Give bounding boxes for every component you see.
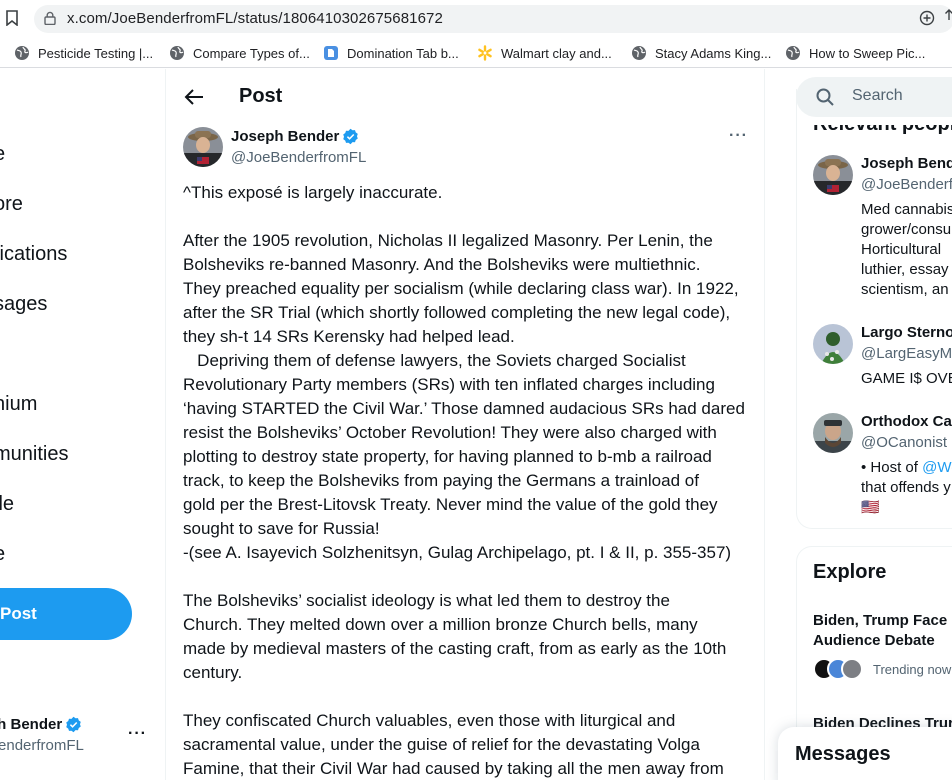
- nav-profile[interactable]: ile: [0, 493, 14, 516]
- bio-line: Horticultural: [861, 241, 942, 258]
- messages-title: Messages: [795, 743, 891, 765]
- browser-toolbar: x.com/JoeBenderfromFL/status/18064103026…: [0, 0, 952, 38]
- author-name-text: Joseph Bender: [231, 128, 340, 145]
- right-sidebar: Relevant people Joseph Bend @JoeBenderf …: [766, 69, 952, 780]
- bio-line: that offends y: [861, 479, 951, 496]
- avatar-image: [183, 127, 223, 167]
- explore-title: Explore: [813, 561, 887, 583]
- post-button-label: Post: [0, 604, 37, 623]
- trend-title-line: Biden, Trump Face O: [813, 612, 952, 629]
- account-handle: BenderfromFL: [0, 737, 84, 754]
- globe-icon: [786, 46, 800, 60]
- bookmark-label: Walmart clay and...: [501, 45, 612, 61]
- avatar[interactable]: [813, 324, 853, 364]
- trend-title-line: Audience Debate: [813, 632, 935, 649]
- bookmarks-bar: Pesticide Testing |... Compare Types of.…: [0, 38, 952, 68]
- bio-line: grower/consu: [861, 221, 952, 238]
- bookmark-label: How to Sweep Pic...: [809, 45, 926, 61]
- bookmark-3[interactable]: Domination Tab b...: [323, 44, 459, 62]
- person-handle[interactable]: @LargEasyMo: [861, 345, 952, 362]
- nav-notifications[interactable]: fications: [0, 243, 67, 266]
- main-column: Post Joseph Bender @JoeBenderfromFL ··· …: [167, 69, 765, 780]
- post-paragraph: They confiscated Church valuables, even …: [183, 711, 724, 778]
- person-name[interactable]: Orthodox Ca: [861, 413, 952, 430]
- bookmark-2[interactable]: Compare Types of...: [169, 44, 310, 62]
- nav-communities[interactable]: munities: [0, 443, 68, 466]
- person-bio: • Host of @We that offends y 🇺🇸: [861, 458, 952, 518]
- nav-messages[interactable]: sages: [0, 293, 47, 316]
- post-paragraph: The Bolsheviks’ socialist ideology is wh…: [183, 591, 727, 682]
- nav-explore[interactable]: ore: [0, 193, 23, 216]
- flag-emoji: 🇺🇸: [861, 499, 880, 516]
- account-name[interactable]: ph Bender: [0, 716, 82, 733]
- bio-line: • Host of: [861, 459, 923, 476]
- site-info-icon[interactable]: [44, 11, 56, 25]
- verified-icon: [66, 716, 81, 733]
- bio-line: Med cannabis: [861, 201, 952, 218]
- nav-premium[interactable]: nium: [0, 393, 37, 416]
- bookmark-5[interactable]: Stacy Adams King...: [631, 44, 771, 62]
- messages-drawer[interactable]: Messages: [778, 727, 952, 780]
- person-handle[interactable]: @JoeBenderf: [861, 176, 952, 193]
- bookmark-label: Stacy Adams King...: [655, 45, 772, 61]
- post-header: Post: [167, 69, 764, 125]
- url-host: x.com: [67, 10, 108, 27]
- author-avatar[interactable]: [183, 127, 223, 167]
- trend-status: Trending now: [873, 661, 952, 677]
- nav-more[interactable]: e: [0, 543, 5, 566]
- bio-line: luthier, essay: [861, 261, 949, 278]
- avatar-image: [813, 324, 853, 364]
- person-name[interactable]: Largo Sterno: [861, 324, 952, 341]
- back-arrow-icon[interactable]: [183, 86, 205, 108]
- doc-icon: [324, 46, 338, 60]
- url-path: /JoeBenderfromFL/status/1806410302675681…: [107, 10, 443, 27]
- bookmark-icon[interactable]: [6, 10, 18, 26]
- avatar-image: [813, 413, 853, 453]
- bio-mention-link[interactable]: @We: [922, 459, 952, 476]
- post-more-button[interactable]: ···: [729, 127, 748, 145]
- left-navigation: e ore fications sages t nium munities il…: [0, 69, 166, 780]
- post-paragraph: ^This exposé is largely inaccurate.: [183, 183, 443, 202]
- avatar[interactable]: [813, 413, 853, 453]
- avatar: [841, 658, 863, 680]
- post-text: ^This exposé is largely inaccurate. Afte…: [183, 181, 763, 780]
- bio-line: scientism, an: [861, 281, 949, 298]
- trend-meta: Trending now: [813, 657, 951, 681]
- verified-icon: [343, 128, 359, 145]
- search-icon: [816, 88, 834, 106]
- search-placeholder: Search: [852, 87, 903, 104]
- relevant-people-card: Relevant people Joseph Bend @JoeBenderf …: [796, 89, 952, 529]
- author-handle[interactable]: @JoeBenderfromFL: [231, 149, 366, 166]
- avatar-image: [813, 155, 853, 195]
- bookmark-label: Pesticide Testing |...: [38, 45, 154, 61]
- search-input[interactable]: Search: [796, 77, 952, 117]
- bookmark-4[interactable]: Walmart clay and...: [477, 44, 612, 62]
- post-button[interactable]: Post: [0, 588, 132, 640]
- globe-icon: [632, 46, 646, 60]
- globe-icon: [15, 46, 29, 60]
- bio-line: GAME I$ OVE: [861, 370, 952, 387]
- bookmark-label: Compare Types of...: [193, 45, 310, 61]
- account-name-text: ph Bender: [0, 716, 63, 733]
- avatar[interactable]: [813, 155, 853, 195]
- share-icon[interactable]: [941, 9, 952, 27]
- globe-icon: [170, 46, 184, 60]
- url-text[interactable]: x.com/JoeBenderfromFL/status/18064103026…: [67, 10, 443, 27]
- post-paragraph: After the 1905 revolution, Nicholas II l…: [183, 231, 745, 562]
- author-name[interactable]: Joseph Bender: [231, 128, 359, 145]
- bookmark-6[interactable]: How to Sweep Pic...: [785, 44, 925, 62]
- zoom-icon[interactable]: [919, 10, 935, 26]
- trend-item[interactable]: Biden, Trump Face O Audience Debate: [813, 611, 952, 651]
- account-more-button[interactable]: ···: [128, 725, 147, 743]
- bookmark-label: Domination Tab b...: [347, 45, 459, 61]
- person-bio: Med cannabis grower/consu Horticultural …: [861, 200, 952, 300]
- person-name[interactable]: Joseph Bend: [861, 155, 952, 172]
- person-handle[interactable]: @OCanonist: [861, 434, 947, 451]
- page-title: Post: [239, 85, 283, 107]
- person-bio: GAME I$ OVE: [861, 369, 952, 389]
- bookmark-1[interactable]: Pesticide Testing |...: [14, 44, 153, 62]
- walmart-spark-icon: [478, 45, 492, 61]
- nav-home[interactable]: e: [0, 143, 5, 166]
